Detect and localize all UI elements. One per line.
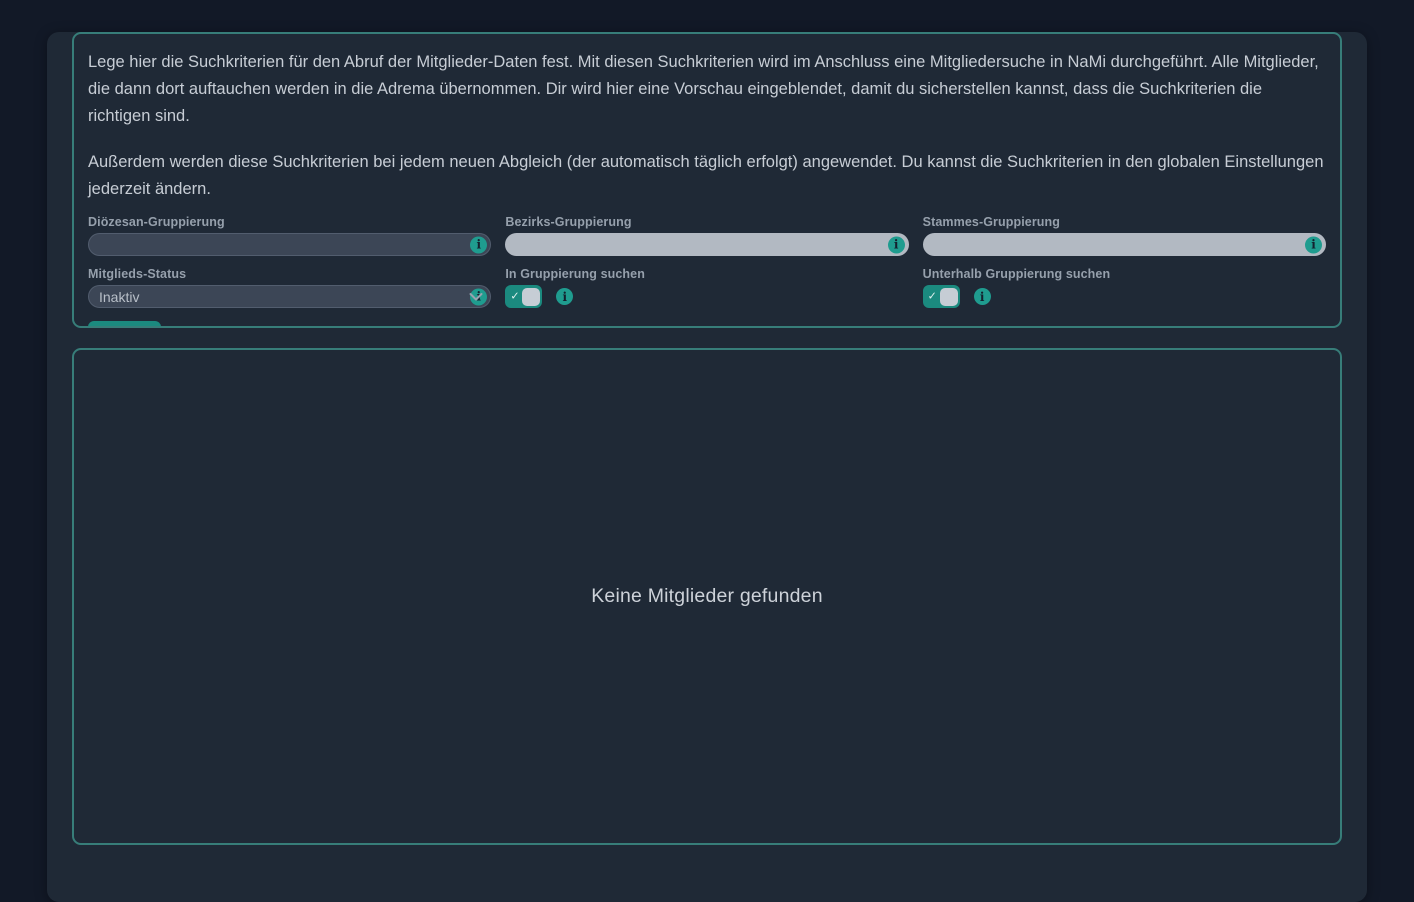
main-card: Lege hier die Suchkriterien für den Abru… xyxy=(47,32,1367,902)
field-dioezesan-gruppierung: Diözesan-Gruppierung i xyxy=(88,215,491,256)
in-gruppierung-suchen-label: In Gruppierung suchen xyxy=(505,267,908,281)
in-gruppierung-info-icon[interactable]: i xyxy=(556,288,573,305)
dioezesan-info-icon[interactable]: i xyxy=(470,236,487,253)
dioezesan-gruppierung-input-wrap: i xyxy=(88,233,491,256)
unterhalb-toggle-row: ✓ i xyxy=(923,285,1326,308)
chevron-down-icon xyxy=(469,292,483,301)
unterhalb-gruppierung-toggle[interactable]: ✓ xyxy=(923,285,960,308)
intro-paragraph-2: Außerdem werden diese Suchkriterien bei … xyxy=(88,149,1326,203)
stammes-gruppierung-label: Stammes-Gruppierung xyxy=(923,215,1326,229)
unterhalb-gruppierung-suchen-label: Unterhalb Gruppierung suchen xyxy=(923,267,1326,281)
field-mitglieds-status: Mitglieds-Status Inaktiv i xyxy=(88,267,491,308)
dioezesan-gruppierung-input[interactable] xyxy=(88,233,491,256)
stammes-gruppierung-input[interactable] xyxy=(923,233,1326,256)
unterhalb-info-icon[interactable]: i xyxy=(974,288,991,305)
stammes-gruppierung-input-wrap: i xyxy=(923,233,1326,256)
field-bezirks-gruppierung: Bezirks-Gruppierung i xyxy=(505,215,908,256)
toggle-knob xyxy=(522,288,540,306)
in-gruppierung-toggle[interactable]: ✓ xyxy=(505,285,542,308)
stammes-info-icon[interactable]: i xyxy=(1305,236,1322,253)
dioezesan-gruppierung-label: Diözesan-Gruppierung xyxy=(88,215,491,229)
intro-paragraph-1: Lege hier die Suchkriterien für den Abru… xyxy=(88,49,1326,130)
check-icon: ✓ xyxy=(928,291,937,302)
weiter-button[interactable]: WEITER xyxy=(88,321,161,328)
mitglieds-status-value: Inaktiv xyxy=(99,289,139,305)
toggle-knob xyxy=(940,288,958,306)
mitglieds-status-wrap: Inaktiv i xyxy=(88,285,491,308)
bezirks-gruppierung-input-wrap: i xyxy=(505,233,908,256)
bezirks-gruppierung-label: Bezirks-Gruppierung xyxy=(505,215,908,229)
in-gruppierung-toggle-row: ✓ i xyxy=(505,285,908,308)
results-panel: Keine Mitglieder gefunden xyxy=(72,348,1342,845)
mitglieds-status-label: Mitglieds-Status xyxy=(88,267,491,281)
intro-text: Lege hier die Suchkriterien für den Abru… xyxy=(88,49,1326,203)
criteria-form: Diözesan-Gruppierung i Bezirks-Gruppieru… xyxy=(88,215,1326,308)
search-criteria-panel: Lege hier die Suchkriterien für den Abru… xyxy=(72,32,1342,328)
empty-results-message: Keine Mitglieder gefunden xyxy=(591,585,823,608)
mitglieds-status-select[interactable]: Inaktiv xyxy=(88,285,491,308)
field-unterhalb-gruppierung-suchen: Unterhalb Gruppierung suchen ✓ i xyxy=(923,267,1326,308)
check-icon: ✓ xyxy=(510,291,519,302)
bezirks-info-icon[interactable]: i xyxy=(888,236,905,253)
field-stammes-gruppierung: Stammes-Gruppierung i xyxy=(923,215,1326,256)
bezirks-gruppierung-input[interactable] xyxy=(505,233,908,256)
field-in-gruppierung-suchen: In Gruppierung suchen ✓ i xyxy=(505,267,908,308)
